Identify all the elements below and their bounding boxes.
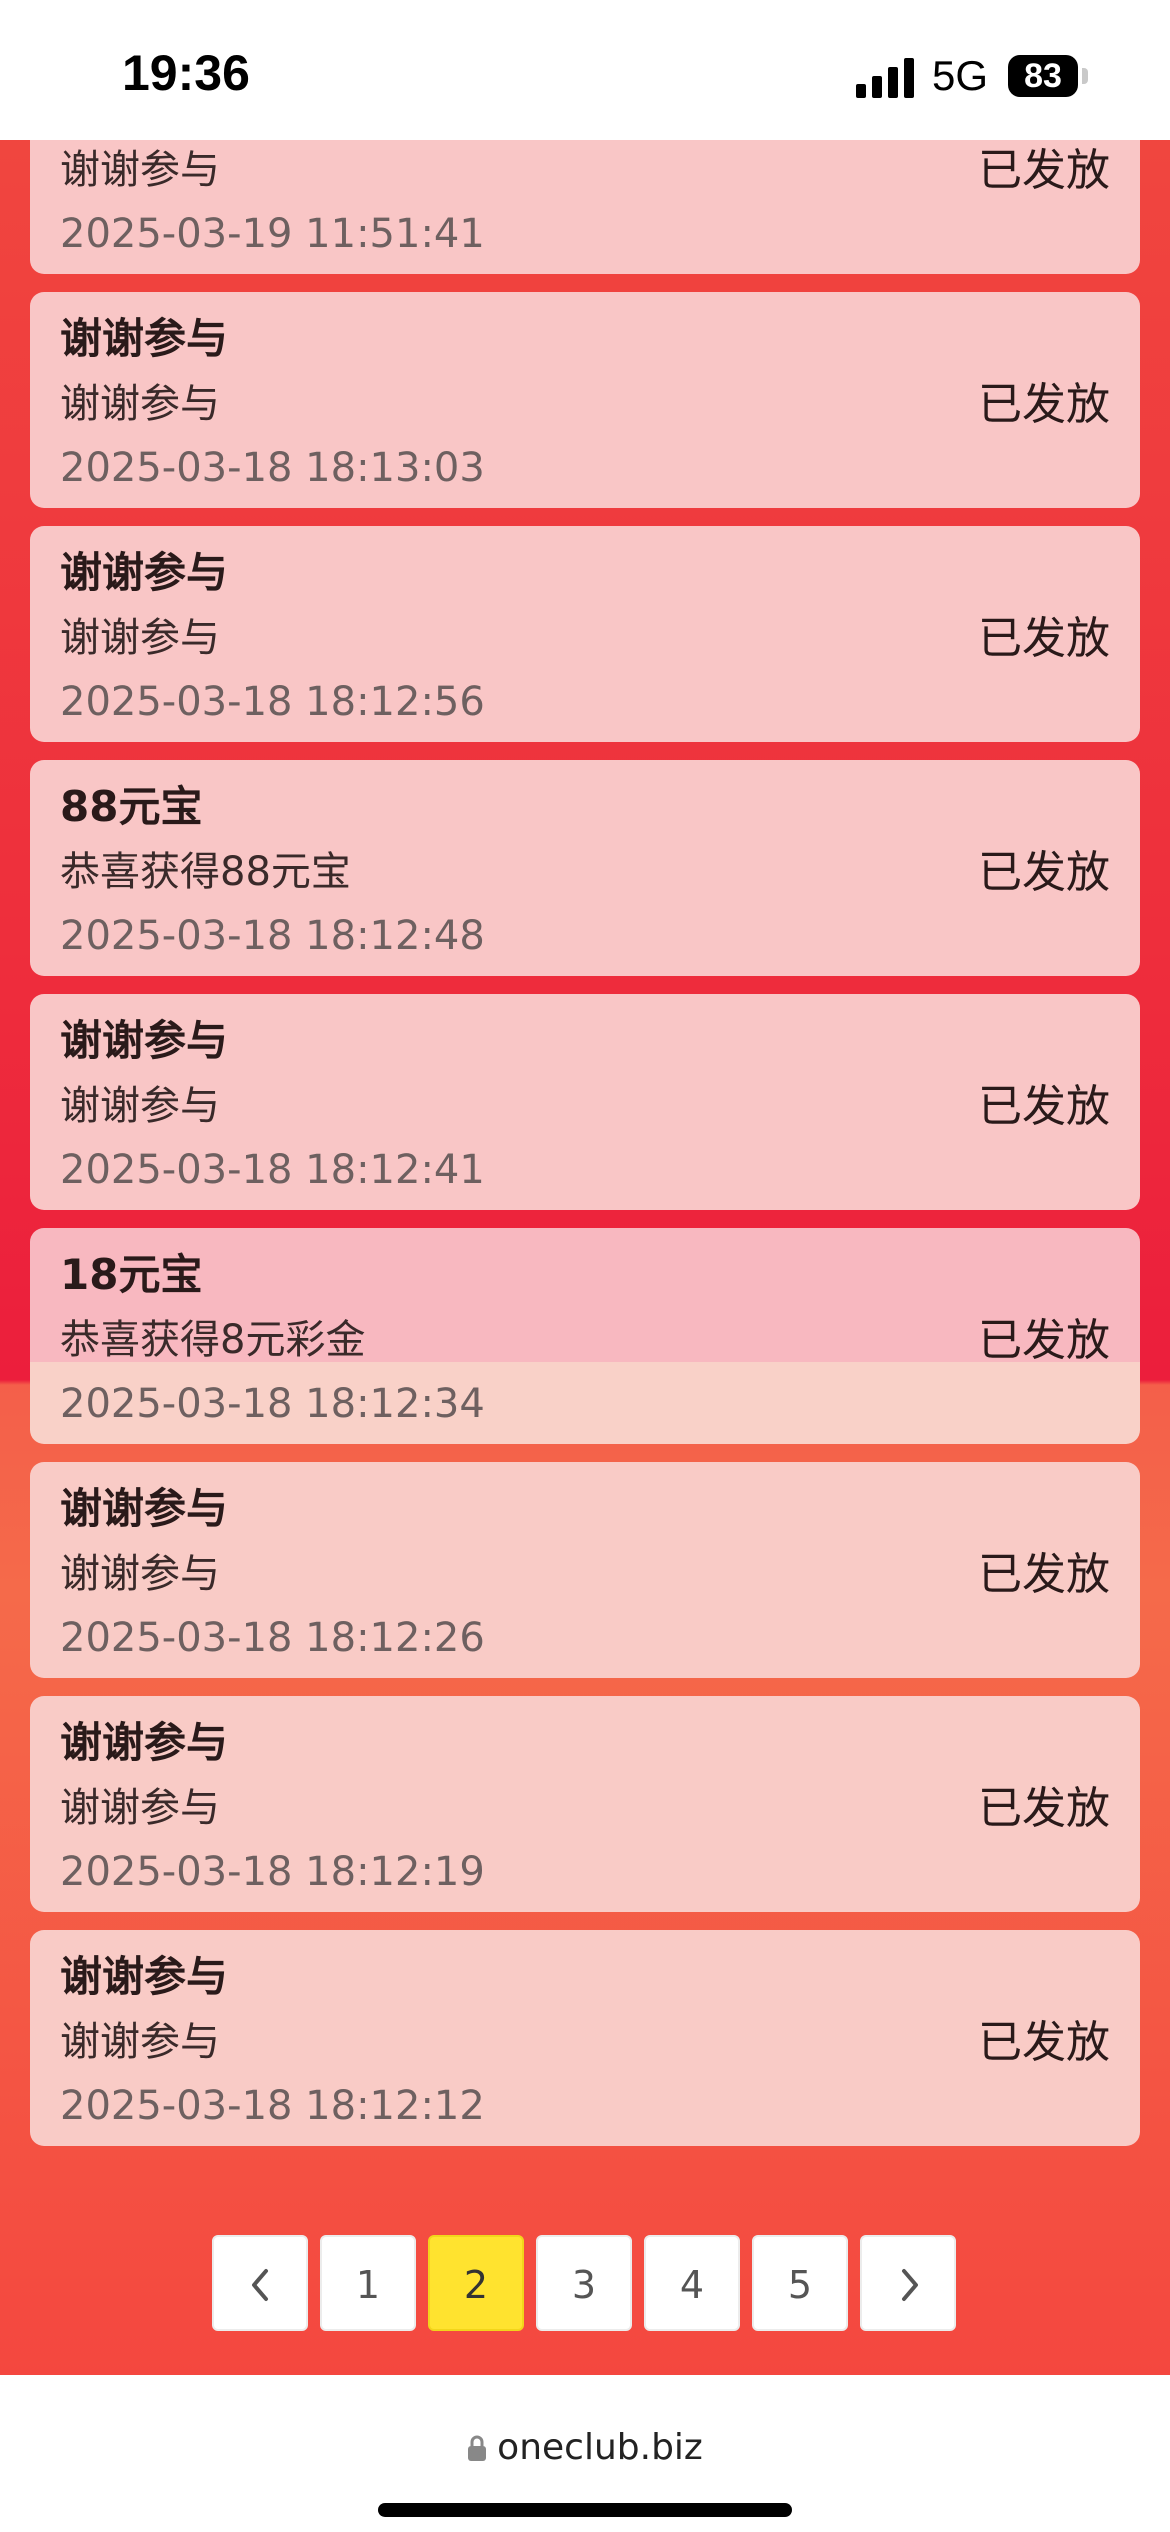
record-description: 恭喜获得88元宝 (60, 849, 351, 895)
record-description: 谢谢参与 (60, 2019, 220, 2065)
record-description: 谢谢参与 (60, 1551, 220, 1597)
page-button-2-current[interactable]: 2 (428, 2235, 524, 2331)
prize-record-card: 18元宝恭喜获得8元彩金 2025-03-18 18:12:34 已发放 (30, 1228, 1140, 1444)
record-description: 谢谢参与 (60, 1083, 220, 1129)
battery-icon: 83 (1008, 55, 1088, 97)
chevron-right-icon (902, 2269, 918, 2301)
chevron-left-icon (252, 2269, 268, 2301)
lock-icon (468, 2435, 487, 2461)
next-page-button[interactable] (860, 2235, 956, 2331)
status-time: 19:36 (122, 45, 250, 101)
network-type-label: 5G (932, 52, 989, 99)
record-timestamp: 2025-03-18 18:12:41 (60, 1147, 485, 1193)
page-button-5[interactable]: 5 (752, 2235, 848, 2331)
prize-record-card: 谢谢参与 谢谢参与 2025-03-18 18:13:03 已发放 (30, 292, 1140, 508)
record-title: 谢谢参与 (60, 1952, 229, 2001)
page-button-4[interactable]: 4 (644, 2235, 740, 2331)
record-timestamp: 2025-03-18 18:12:26 (60, 1615, 485, 1661)
page-button-3[interactable]: 3 (536, 2235, 632, 2331)
prev-page-button[interactable] (212, 2235, 308, 2331)
prize-record-card: 谢谢参与 谢谢参与 2025-03-18 18:12:26 已发放 (30, 1462, 1140, 1678)
prize-record-card: 谢谢参与 谢谢参与 2025-03-18 18:12:12 已发放 (30, 1930, 1140, 2146)
cellular-signal-icon (856, 58, 914, 98)
record-title: 88元宝 (60, 782, 203, 831)
record-description: 谢谢参与 (60, 615, 220, 661)
url-text: oneclub.biz (497, 2427, 703, 2468)
browser-bottom-bar: oneclub.biz (0, 2375, 1170, 2532)
record-status-label: 已发放 (978, 2017, 1110, 2068)
prize-record-card: 谢谢参与 谢谢参与 2025-03-18 18:12:19 已发放 (30, 1696, 1140, 1912)
home-indicator[interactable] (378, 2503, 792, 2517)
record-title: 谢谢参与 (60, 314, 229, 363)
battery-level: 83 (1008, 55, 1078, 97)
page-button-1[interactable]: 1 (320, 2235, 416, 2331)
record-description: 谢谢参与 (60, 1785, 220, 1831)
status-bar: 19:36 5G 83 (0, 0, 1170, 140)
record-status-label: 已发放 (978, 1315, 1110, 1366)
record-status-label: 已发放 (978, 1549, 1110, 1600)
prize-record-card: 谢谢参与 谢谢参与 2025-03-18 18:12:56 已发放 (30, 526, 1140, 742)
record-title: 谢谢参与 (60, 548, 229, 597)
prize-record-card: 88元宝恭喜获得88元宝 2025-03-18 18:12:48 已发放 (30, 760, 1140, 976)
prize-record-card: 谢谢参与谢谢参与2025-03-19 11:51:41已发放 (30, 140, 1140, 274)
prize-record-card: 谢谢参与 谢谢参与 2025-03-18 18:12:41 已发放 (30, 994, 1140, 1210)
address-bar[interactable]: oneclub.biz (0, 2427, 1170, 2468)
record-timestamp: 2025-03-18 18:12:19 (60, 1849, 485, 1895)
record-timestamp: 2025-03-19 11:51:41 (60, 211, 485, 257)
prize-record-page: 谢谢参与谢谢参与2025-03-19 11:51:41已发放谢谢参与谢谢参与20… (0, 140, 1170, 2375)
record-status-label: 已发放 (978, 145, 1110, 196)
record-timestamp: 2025-03-18 18:12:12 (60, 2083, 485, 2129)
record-description: 谢谢参与 (60, 147, 220, 193)
record-status-label: 已发放 (978, 379, 1110, 430)
record-timestamp: 2025-03-18 18:12:48 (60, 913, 485, 959)
record-title: 谢谢参与 (60, 1484, 229, 1533)
record-description: 恭喜获得8元彩金 (60, 1317, 366, 1363)
record-status-label: 已发放 (978, 1081, 1110, 1132)
record-status-label: 已发放 (978, 847, 1110, 898)
record-timestamp: 2025-03-18 18:13:03 (60, 445, 485, 491)
record-timestamp: 2025-03-18 18:12:34 (60, 1381, 485, 1427)
record-title: 谢谢参与 (60, 1718, 229, 1767)
record-status-label: 已发放 (978, 613, 1110, 664)
record-title: 18元宝 (60, 1250, 203, 1299)
record-title: 谢谢参与 (60, 1016, 229, 1065)
record-status-label: 已发放 (978, 1783, 1110, 1834)
record-timestamp: 2025-03-18 18:12:56 (60, 679, 485, 725)
record-description: 谢谢参与 (60, 381, 220, 427)
